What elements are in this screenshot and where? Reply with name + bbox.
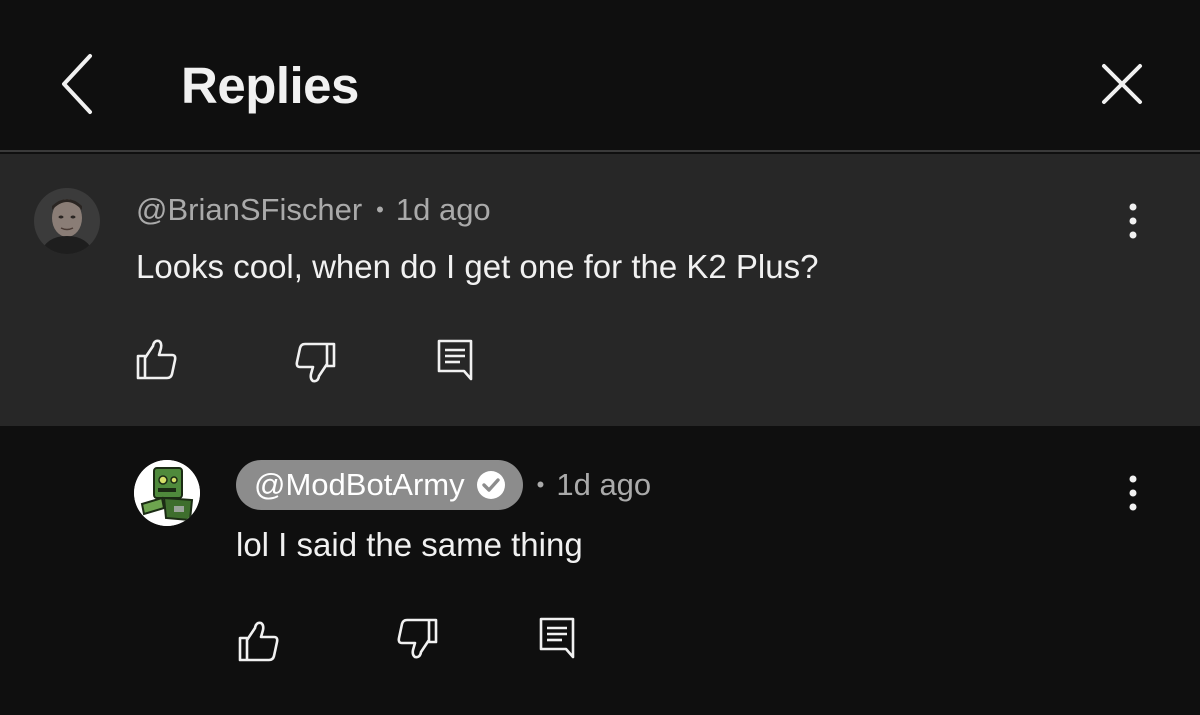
creator-username-badge[interactable]: @ModBotArmy: [236, 460, 523, 510]
like-button[interactable]: [236, 618, 282, 664]
thumbs-down-icon: [397, 618, 438, 659]
dislike-button[interactable]: [292, 340, 338, 386]
like-button[interactable]: [134, 336, 180, 382]
reply-button[interactable]: [536, 614, 582, 660]
comment-meta: @ModBotArmy • 1d ago: [236, 460, 651, 510]
dislike-button[interactable]: [394, 616, 440, 662]
avatar[interactable]: [134, 460, 200, 526]
close-icon: [1102, 64, 1142, 104]
robot-mascot-avatar: [134, 460, 200, 526]
comment-author: @ModBotArmy: [254, 467, 465, 502]
more-options-button[interactable]: [1118, 196, 1148, 246]
parent-comment: @BrianSFischer • 1d ago Looks cool, when…: [0, 154, 1200, 426]
more-vert-icon: [1129, 203, 1137, 239]
verified-check-icon: [476, 471, 505, 499]
thumbs-down-icon: [295, 342, 336, 383]
thumbs-up-icon: [238, 621, 279, 662]
comment-author[interactable]: @BrianSFischer: [136, 192, 362, 228]
thumbs-up-icon: [136, 339, 177, 380]
more-options-button[interactable]: [1118, 468, 1148, 518]
user-photo-avatar: [34, 188, 100, 254]
comment-meta: @BrianSFischer • 1d ago: [136, 190, 491, 230]
comment-reply-icon: [539, 617, 575, 659]
comment-text: lol I said the same thing: [236, 526, 583, 563]
reply-button[interactable]: [434, 336, 480, 382]
replies-header: Replies: [0, 0, 1200, 152]
comment-timestamp[interactable]: 1d ago: [556, 467, 651, 503]
more-vert-icon: [1129, 475, 1137, 511]
back-button[interactable]: [52, 50, 104, 120]
comment-text: Looks cool, when do I get one for the K2…: [136, 248, 819, 285]
separator-dot: •: [536, 472, 545, 497]
comment-timestamp[interactable]: 1d ago: [396, 192, 491, 228]
separator-dot: •: [376, 197, 384, 222]
chevron-left-icon: [62, 54, 92, 114]
reply-comment: @ModBotArmy • 1d ago lol I said the same…: [0, 426, 1200, 715]
close-button[interactable]: [1094, 56, 1150, 112]
page-title: Replies: [181, 57, 359, 114]
avatar[interactable]: [34, 188, 100, 254]
comment-reply-icon: [437, 339, 473, 381]
